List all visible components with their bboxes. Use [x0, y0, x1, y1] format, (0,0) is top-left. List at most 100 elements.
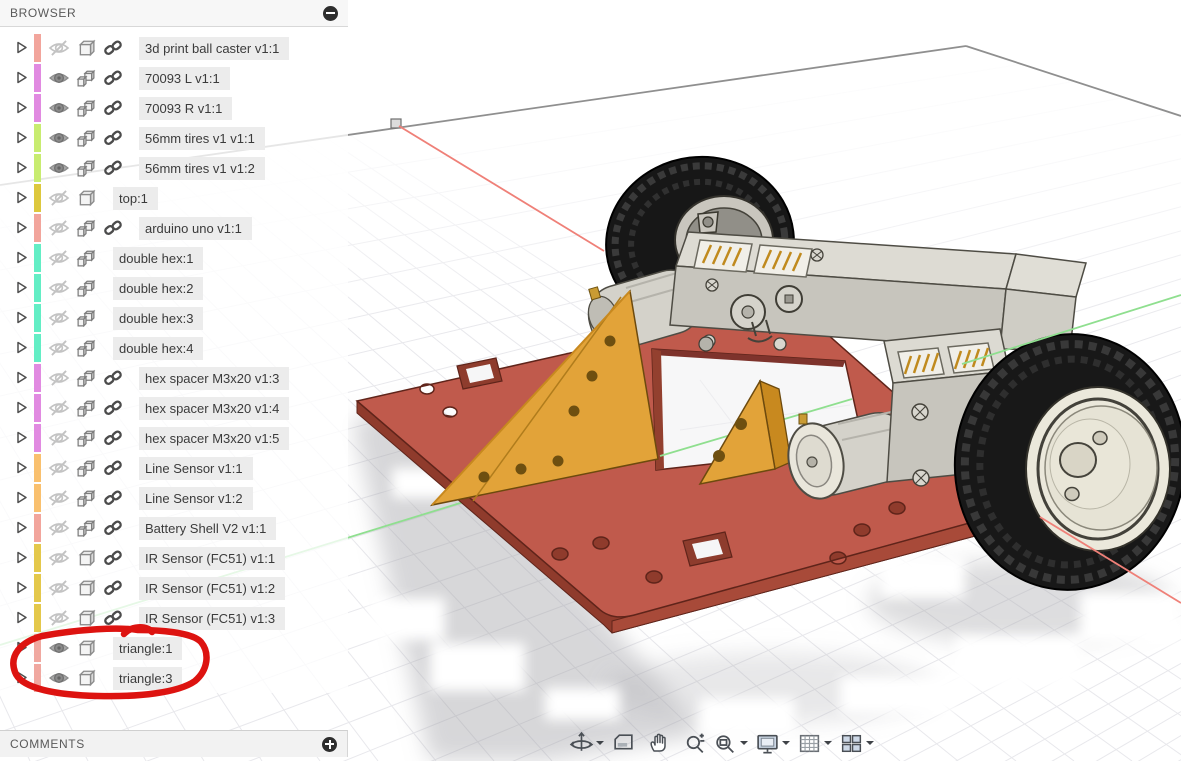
browser-row[interactable]: 70093 R v1:1 [0, 93, 348, 123]
browser-row[interactable]: IR Sensor (FC51) v1:3 [0, 603, 348, 633]
visibility-eye-off-icon[interactable] [47, 429, 71, 447]
visibility-eye-off-icon[interactable] [47, 309, 71, 327]
disclosure-arrow-icon[interactable] [12, 40, 32, 56]
link-icon [101, 69, 125, 87]
browser-row[interactable]: double hex:2 [0, 273, 348, 303]
visibility-eye-off-icon[interactable] [47, 39, 71, 57]
disclosure-arrow-icon[interactable] [12, 190, 32, 206]
visibility-eye-off-icon[interactable] [47, 459, 71, 477]
visibility-eye-icon[interactable] [47, 69, 71, 87]
browser-row[interactable]: hex spacer M3x20 v1:5 [0, 423, 348, 453]
browser-row[interactable]: double hex:3 [0, 303, 348, 333]
browser-row[interactable]: double hex:1 [0, 243, 348, 273]
body-icon [73, 669, 99, 687]
fit-button[interactable] [711, 729, 739, 757]
disclosure-arrow-icon[interactable] [12, 100, 32, 116]
browser-row[interactable]: IR Sensor (FC51) v1:2 [0, 573, 348, 603]
browser-row[interactable]: arduino uno v1:1 [0, 213, 348, 243]
visibility-eye-off-icon[interactable] [47, 489, 71, 507]
component-icon [73, 369, 99, 387]
zoom-button[interactable] [681, 729, 709, 757]
browser-row[interactable]: triangle:1 [0, 633, 348, 663]
viewports-button[interactable] [837, 729, 865, 757]
visibility-eye-off-icon[interactable] [47, 339, 71, 357]
visibility-eye-off-icon[interactable] [47, 549, 71, 567]
disclosure-arrow-icon[interactable] [12, 250, 32, 266]
pan-button[interactable] [645, 729, 673, 757]
visibility-eye-off-icon[interactable] [47, 519, 71, 537]
component-label: IR Sensor (FC51) v1:1 [139, 547, 285, 570]
disclosure-arrow-icon[interactable] [12, 610, 32, 626]
browser-row[interactable]: IR Sensor (FC51) v1:1 [0, 543, 348, 573]
browser-row[interactable]: top:1 [0, 183, 348, 213]
disclosure-arrow-icon[interactable] [12, 580, 32, 596]
plus-circle-icon[interactable] [322, 737, 337, 752]
disclosure-arrow-icon[interactable] [12, 670, 32, 686]
visibility-eye-icon[interactable] [47, 639, 71, 657]
visibility-eye-off-icon[interactable] [47, 189, 71, 207]
disclosure-arrow-icon[interactable] [12, 220, 32, 236]
fit-dropdown-caret[interactable] [740, 741, 748, 745]
disclosure-arrow-icon[interactable] [12, 370, 32, 386]
visibility-eye-off-icon[interactable] [47, 579, 71, 597]
disclosure-arrow-icon[interactable] [12, 550, 32, 566]
component-label: IR Sensor (FC51) v1:2 [139, 577, 285, 600]
disclosure-arrow-icon[interactable] [12, 490, 32, 506]
visibility-eye-off-icon[interactable] [47, 609, 71, 627]
browser-row[interactable]: triangle:3 [0, 663, 348, 693]
component-color-swatch [34, 334, 41, 362]
minus-circle-icon[interactable] [323, 6, 338, 21]
visibility-eye-icon[interactable] [47, 129, 71, 147]
orbit-dropdown-caret[interactable] [596, 741, 604, 745]
browser-row[interactable]: double hex:4 [0, 333, 348, 363]
disclosure-arrow-icon[interactable] [12, 430, 32, 446]
disclosure-arrow-icon[interactable] [12, 520, 32, 536]
visibility-eye-off-icon[interactable] [47, 249, 71, 267]
grid-and-snaps-button[interactable] [795, 729, 823, 757]
grid-dropdown-caret[interactable] [824, 741, 832, 745]
component-color-swatch [34, 394, 41, 422]
browser-row[interactable]: Line Sensor v1:1 [0, 453, 348, 483]
component-icon [73, 459, 99, 477]
display-settings-button[interactable] [753, 729, 781, 757]
browser-row[interactable]: 3d print ball caster v1:1 [0, 33, 348, 63]
orbit-button[interactable] [567, 729, 595, 757]
disclosure-arrow-icon[interactable] [12, 70, 32, 86]
component-label: top:1 [113, 187, 158, 210]
disclosure-arrow-icon[interactable] [12, 130, 32, 146]
browser-row[interactable]: hex spacer M3x20 v1:3 [0, 363, 348, 393]
browser-row[interactable]: 70093 L v1:1 [0, 63, 348, 93]
browser-row[interactable]: 56mm tires v1 v1:2 [0, 153, 348, 183]
disclosure-arrow-icon[interactable] [12, 640, 32, 656]
component-color-swatch [34, 184, 41, 212]
link-icon [101, 519, 125, 537]
visibility-eye-off-icon[interactable] [47, 279, 71, 297]
browser-rows: 3d print ball caster v1:1 70093 L v1:1 7… [0, 33, 348, 693]
disclosure-arrow-icon[interactable] [12, 400, 32, 416]
component-color-swatch [34, 304, 41, 332]
component-icon [73, 519, 99, 537]
disclosure-arrow-icon[interactable] [12, 310, 32, 326]
visibility-eye-icon[interactable] [47, 159, 71, 177]
link-icon [101, 399, 125, 417]
grid-icon [797, 731, 822, 756]
browser-row[interactable]: 56mm tires v1 v1:1 [0, 123, 348, 153]
browser-row[interactable]: hex spacer M3x20 v1:4 [0, 393, 348, 423]
disclosure-arrow-icon[interactable] [12, 460, 32, 476]
visibility-eye-icon[interactable] [47, 669, 71, 687]
visibility-eye-off-icon[interactable] [47, 219, 71, 237]
display-settings-dropdown-caret[interactable] [782, 741, 790, 745]
visibility-eye-off-icon[interactable] [47, 369, 71, 387]
browser-panel: BROWSER 3d print ball caster v1:1 70093 … [0, 0, 348, 693]
look-at-button[interactable] [609, 729, 637, 757]
disclosure-arrow-icon[interactable] [12, 340, 32, 356]
browser-row[interactable]: Battery Shell V2 v1:1 [0, 513, 348, 543]
visibility-eye-off-icon[interactable] [47, 399, 71, 417]
disclosure-arrow-icon[interactable] [12, 160, 32, 176]
component-color-swatch [34, 274, 41, 302]
component-color-swatch [34, 604, 41, 632]
browser-row[interactable]: Line Sensor v1:2 [0, 483, 348, 513]
viewports-dropdown-caret[interactable] [866, 741, 874, 745]
visibility-eye-icon[interactable] [47, 99, 71, 117]
disclosure-arrow-icon[interactable] [12, 280, 32, 296]
